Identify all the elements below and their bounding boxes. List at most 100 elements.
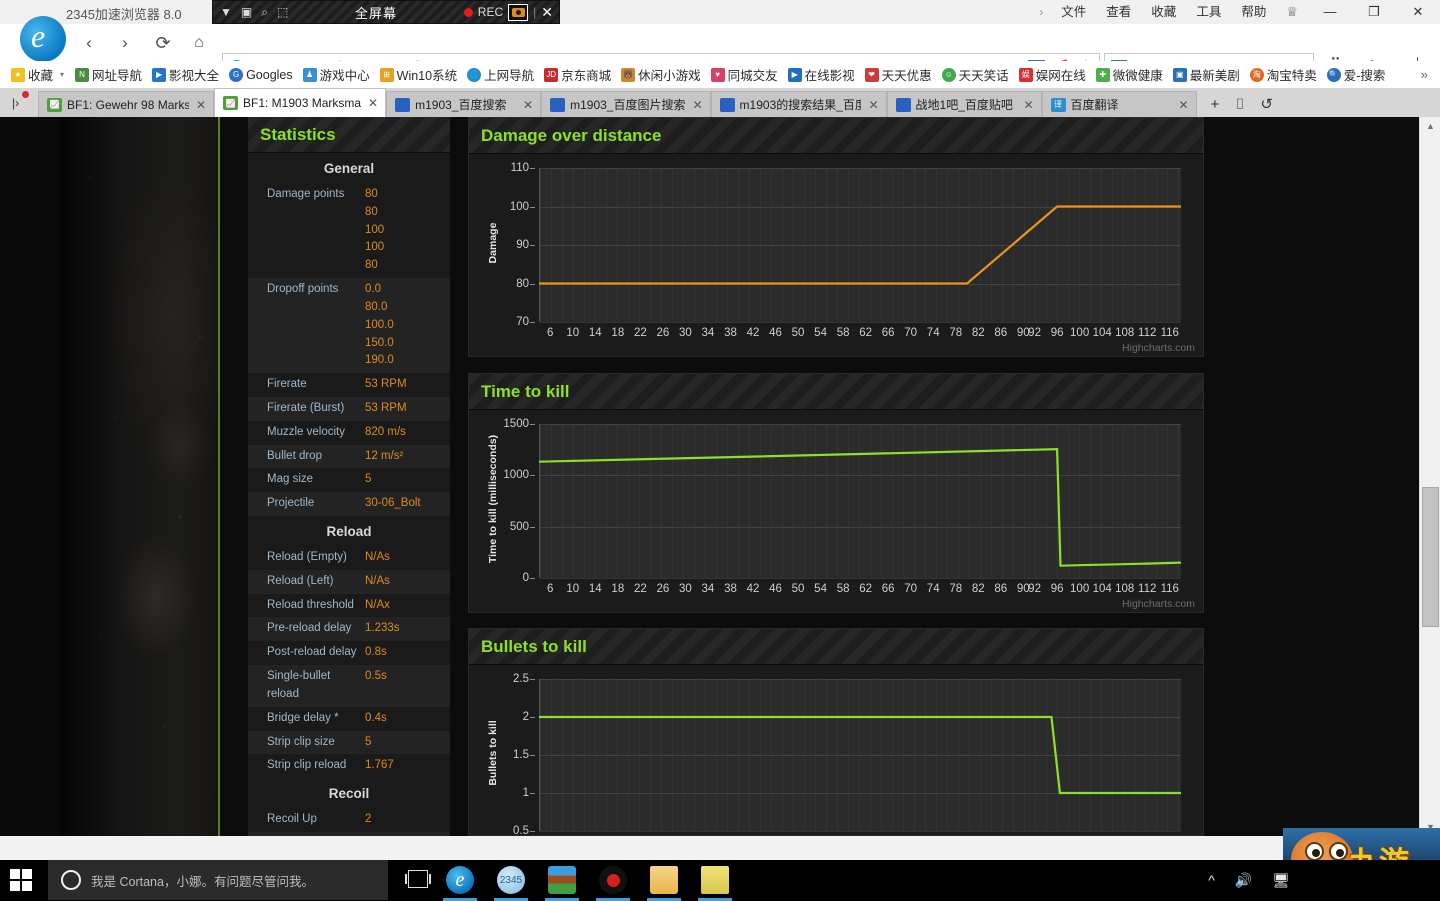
tab-close-icon[interactable]: ✕ (1023, 98, 1033, 112)
chart-series (539, 205, 1181, 285)
forward-button[interactable]: › (112, 30, 138, 56)
tab-strip: |› 📈 BF1: Gewehr 98 Marks ✕ 📈 BF1: M1903… (0, 88, 1440, 117)
taskbar-apps: e 2345 (443, 860, 732, 901)
bookmark-label: Googles (246, 67, 293, 82)
taskbar-app-screen-recorder[interactable] (596, 866, 630, 901)
tab-list-caret-icon[interactable]: |› (12, 96, 19, 110)
taskbar-app-file-explorer[interactable] (647, 866, 681, 901)
screen-recorder-toolbar[interactable]: ▼ ▣ ⌕ ⬚ 全屏幕 REC | ✕ (212, 0, 560, 24)
taskbar-app-internet-explorer[interactable]: e (443, 866, 477, 901)
statistics-section-heading: General (248, 153, 450, 183)
taskbar-app-notepad[interactable] (698, 866, 732, 901)
statistics-row: Muzzle velocity 820 m/s (248, 420, 450, 445)
tab-baidu-image-search[interactable]: 🐾 m1903_百度图片搜索 ✕ (541, 91, 711, 117)
tab-close-icon[interactable]: ✕ (196, 98, 206, 112)
menu-item-file[interactable]: 文件 (1051, 0, 1096, 24)
clean-button[interactable]: ⌷ (1235, 96, 1244, 113)
bookmark-item[interactable]: ♟ 游戏中心 (298, 65, 375, 84)
cortana-search-box[interactable]: 我是 Cortana，小娜。有问题尽管问我。 (48, 860, 388, 900)
region-select-icon[interactable]: ⬚ (277, 5, 288, 19)
bookmark-item[interactable]: 🐻 休闲小游戏 (616, 65, 706, 84)
statistics-row-value: 820 m/s (365, 425, 406, 438)
tab-gewehr98[interactable]: 📈 BF1: Gewehr 98 Marks ✕ (38, 91, 214, 117)
bookmark-item[interactable]: 🔍 爱-搜索 (1322, 65, 1391, 84)
task-view-icon[interactable] (405, 870, 431, 888)
bookmark-favorites[interactable]: ★ 收藏 (6, 65, 58, 84)
chart-canvas[interactable]: 70 80 90 100 110 Damage 6 10 14 18 22 26 30 34 38 42 46 5… (469, 154, 1203, 356)
volume-icon[interactable]: 🔊 (1235, 872, 1252, 889)
statistics-row: Firerate 53 RPM (248, 373, 450, 397)
paw-favicon-icon: 🐾 (719, 97, 735, 112)
bookmark-item[interactable]: ▶ 在线影视 (783, 65, 860, 84)
tab-close-icon[interactable]: ✕ (692, 98, 702, 112)
tab-m1903-marksman[interactable]: 📈 BF1: M1903 Marksma ✕ (214, 88, 387, 117)
reload-button[interactable]: ⟳ (150, 30, 176, 56)
network-icon[interactable]: 🖥 (1272, 872, 1290, 889)
bookmark-item[interactable]: 🌐 上网导航 (462, 65, 539, 84)
tab-baidu-translate[interactable]: 译 百度翻译 ✕ (1041, 91, 1197, 117)
chart-header: Time to kill (469, 374, 1203, 410)
menu-item-help[interactable]: 帮助 (1231, 0, 1276, 24)
start-button-icon[interactable] (10, 869, 32, 891)
back-button[interactable]: ‹ (76, 30, 102, 56)
vertical-scrollbar[interactable]: ▲ ▼ (1419, 117, 1440, 836)
statistics-row: Recoil Up 2 (248, 808, 450, 832)
bookmark-label: 淘宝特卖 (1266, 69, 1317, 83)
menu-item-view[interactable]: 查看 (1096, 0, 1141, 24)
tray-expand-icon[interactable]: ^ (1208, 872, 1215, 888)
taskbar-app-browser-2345[interactable]: 2345 (494, 866, 528, 901)
taskbar-app-winrar[interactable] (545, 866, 579, 901)
maximize-button[interactable]: ❐ (1352, 0, 1396, 24)
bookmarks-chevron-icon[interactable]: ▾ (58, 70, 70, 79)
bookmark-item[interactable]: ▣ 最新美剧 (1168, 65, 1245, 84)
bookmark-item[interactable]: ☺ 天天笑话 (937, 65, 1014, 84)
scrollbar-thumb[interactable] (1422, 487, 1439, 627)
close-window-button[interactable]: ✕ (1396, 0, 1440, 24)
bookmark-item[interactable]: 淘淘宝特卖 (1245, 65, 1322, 84)
home-button[interactable]: ⌂ (186, 30, 212, 56)
tab-close-icon[interactable]: ✕ (368, 96, 378, 110)
tab-baidu-results[interactable]: 🐾 m1903的搜索结果_百度 ✕ (710, 91, 887, 117)
menu-item-tools[interactable]: 工具 (1186, 0, 1231, 24)
bookmark-item[interactable]: JD 京东商城 (539, 65, 616, 84)
chart-canvas[interactable]: 0 500 1000 1500 Time to kill (milliseconds) 6… (469, 410, 1203, 612)
tab-strip-lead[interactable]: |› (0, 88, 38, 117)
scroll-up-arrow-icon[interactable]: ▲ (1420, 117, 1440, 135)
minimize-button[interactable]: — (1308, 0, 1352, 24)
bookmark-item[interactable]: ❤ 天天优惠 (860, 65, 937, 84)
tab-close-icon[interactable]: ✕ (1178, 98, 1188, 112)
chart-header: Damage over distance (469, 118, 1203, 154)
statistics-panel: Statistics General Damage points 80 80 100 10… (248, 117, 450, 836)
statistics-row-value: 12 m/s² (365, 449, 404, 462)
new-tab-button[interactable]: + (1211, 96, 1220, 113)
statistics-row-key: Single-bullet reload (267, 670, 331, 700)
tab-close-icon[interactable]: ✕ (868, 98, 878, 112)
tab-baidu-search[interactable]: 🐾 m1903_百度搜索 ✕ (386, 91, 542, 117)
search-icon[interactable]: ⌕ (261, 5, 268, 20)
reopen-tab-button[interactable]: ↺ (1260, 95, 1273, 113)
bookmark-item[interactable]: ✚ 微微健康 (1091, 65, 1168, 84)
statistics-row-value: N/As (365, 551, 390, 563)
menu-expand-chevron-icon[interactable]: › (1031, 5, 1051, 19)
statistics-row-key: Damage points (267, 188, 345, 200)
recorder-icon-group: ▼ ▣ ⌕ ⬚ (213, 5, 288, 20)
bookmark-favorites-label: 收藏 (28, 69, 54, 83)
bookmark-item[interactable]: ▶ 影视大全 (147, 65, 224, 84)
bookmark-item[interactable]: 娱娱网在线 (1014, 65, 1091, 84)
skin-shirt-icon[interactable]: ♕ (1276, 4, 1308, 20)
bookmark-item[interactable]: N 网址导航 (70, 65, 147, 84)
window-icon[interactable]: ▣ (241, 5, 252, 19)
bookmark-item[interactable]: G Googles (224, 67, 298, 82)
bookmark-label: 微微健康 (1112, 69, 1163, 83)
bookmarks-overflow-icon[interactable]: » (1421, 67, 1440, 82)
tab-tieba[interactable]: 🐾 战地1吧_百度贴吧 ✕ (886, 91, 1042, 117)
close-icon[interactable]: ✕ (541, 4, 553, 21)
menu-item-favorites[interactable]: 收藏 (1141, 0, 1186, 24)
site-icon: ♟ (302, 67, 317, 82)
tab-close-icon[interactable]: ✕ (523, 98, 533, 112)
bookmark-item[interactable]: ⊞ Win10系统 (375, 65, 462, 84)
chart-canvas[interactable]: 0.5 1 1.5 2 2.5 Bullets to kill (469, 665, 1203, 835)
bookmark-item[interactable]: ♥ 同城交友 (706, 65, 783, 84)
camera-icon[interactable] (508, 3, 529, 21)
chevron-down-icon[interactable]: ▼ (220, 5, 232, 19)
